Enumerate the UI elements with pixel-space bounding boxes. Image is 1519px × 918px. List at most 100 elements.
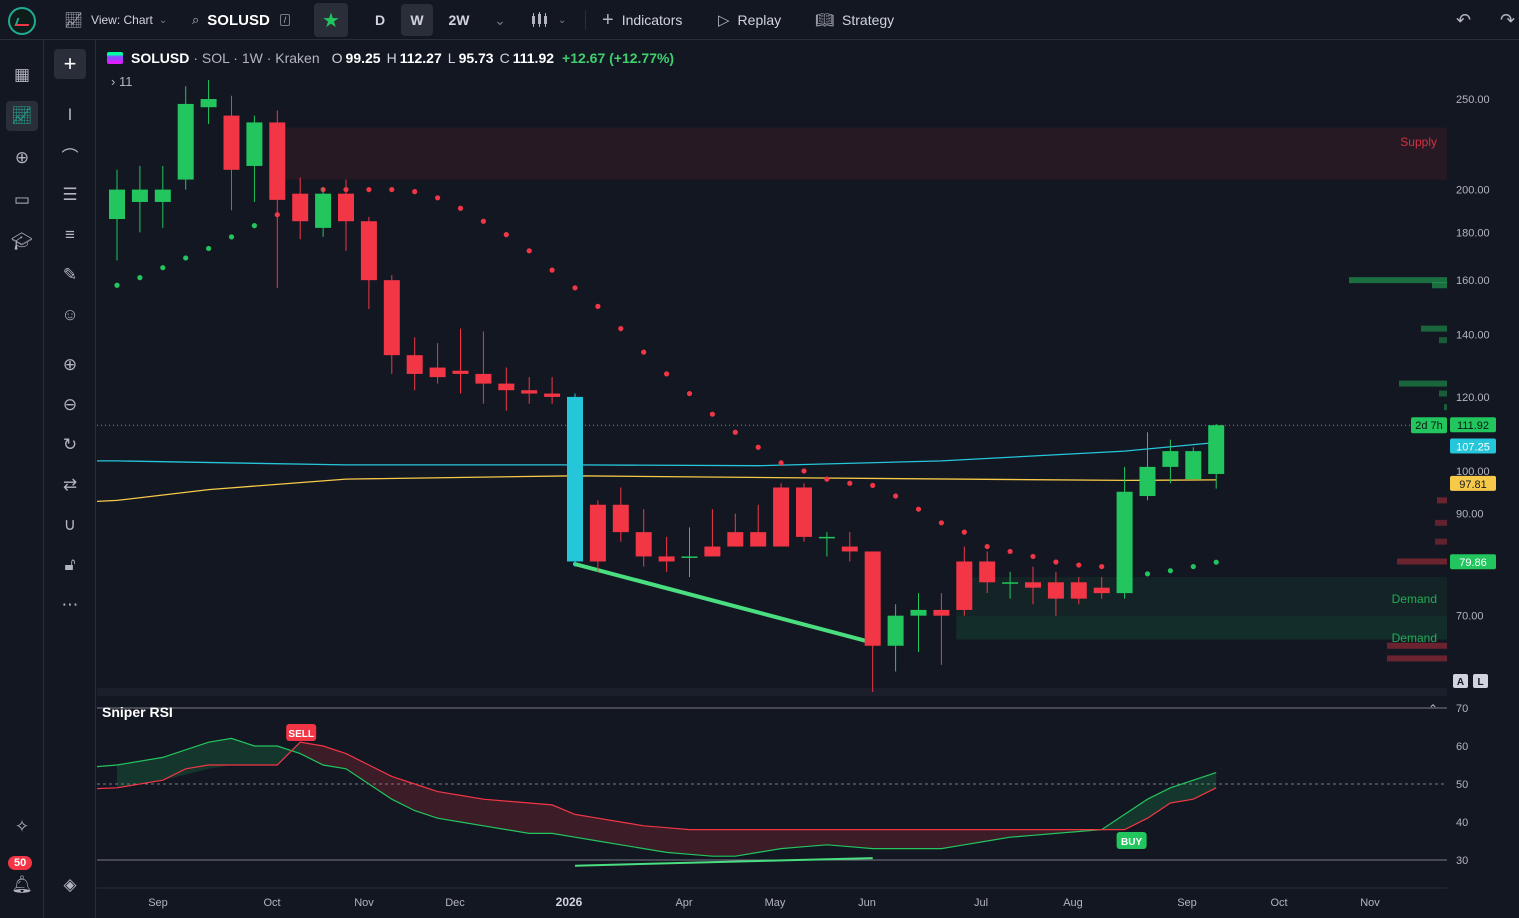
volume-profile-bar <box>1439 337 1447 344</box>
rsi-level-label: 50 <box>1456 779 1468 791</box>
candle-body <box>864 551 881 646</box>
candle-body <box>452 370 469 374</box>
candle-body <box>200 99 217 108</box>
candle-body <box>109 189 125 220</box>
view-label: View: Chart <box>91 13 153 27</box>
crosshair-target-icon[interactable]: ⊕ <box>6 143 38 173</box>
ema-fast-line <box>97 441 1217 467</box>
graduation-cap-icon[interactable]: 🎓︎ <box>6 227 38 257</box>
candle-body <box>338 193 354 222</box>
low-value: 95.73 <box>458 50 494 66</box>
sparkle-icon[interactable]: ✧ <box>6 812 38 842</box>
volume-profile-bar <box>1387 655 1447 662</box>
timeframe-2w-button[interactable]: 2W <box>442 4 476 36</box>
strategy-button[interactable]: 📖︎ Strategy <box>815 0 894 40</box>
candle-body <box>841 546 858 552</box>
chart-icon[interactable]: 📈︎ <box>6 101 38 131</box>
candle-body <box>979 561 996 583</box>
crosshair-icon[interactable]: + <box>54 49 86 79</box>
notification-badge: 50 <box>8 856 33 870</box>
timeframe-w-button[interactable]: W <box>401 4 433 36</box>
more-icon[interactable]: ⋯ <box>54 590 86 620</box>
replay-button[interactable]: ▷ Replay <box>718 0 781 40</box>
chevron-down-icon: ⌄ <box>558 14 567 26</box>
rsi-fill <box>666 827 690 855</box>
layers-icon[interactable]: ◈ <box>54 870 86 900</box>
price-tick-label: 70.00 <box>1456 611 1484 623</box>
favorite-star-button[interactable]: ★ <box>314 3 348 37</box>
sar-dot <box>618 325 624 332</box>
chart-type-button[interactable]: ⌄ <box>530 0 566 40</box>
timeframe-dropdown-icon[interactable]: ⌄ <box>484 4 516 36</box>
price-tick-label: 120.00 <box>1456 392 1490 404</box>
app-logo-icon[interactable] <box>8 7 36 35</box>
legend-meta: · SOL · 1W · Kraken <box>193 50 320 66</box>
bell-icon[interactable]: 🔔︎ <box>6 870 38 900</box>
sar-dot <box>1030 553 1036 560</box>
ema-slow-tag: 97.81 <box>1459 479 1487 491</box>
symbol-search-button[interactable]: ⌕ SOLUSD / <box>192 0 291 40</box>
rsi-fill <box>346 753 369 784</box>
time-tick-label: Jul <box>974 897 988 909</box>
edit-icon: / <box>279 14 291 26</box>
brush-icon[interactable]: ✎ <box>54 260 86 290</box>
rsi-fill <box>735 829 759 857</box>
sar-dot <box>1213 559 1219 565</box>
timeframe-d-button[interactable]: D <box>364 4 396 36</box>
low-label: L <box>447 50 456 66</box>
time-tick-label: Jun <box>858 897 876 909</box>
redo-icon[interactable]: ↷ <box>1500 0 1515 40</box>
sar-dot <box>1007 548 1013 555</box>
rsi-divergence-line <box>574 857 873 867</box>
rsi-fill <box>849 829 873 849</box>
volume-profile-bar <box>1444 404 1447 411</box>
layout-grid-icon[interactable]: ▦ <box>6 60 38 90</box>
sar-dot <box>183 255 189 261</box>
sar-dot <box>457 205 464 211</box>
view-chart-button[interactable]: 📈︎ View: Chart ⌄ <box>64 0 167 40</box>
candle-body <box>635 532 652 557</box>
rsi-fill <box>643 825 667 853</box>
curve-icon[interactable]: ⌒ <box>54 140 86 170</box>
candle-body <box>1208 425 1225 474</box>
zoom-in-icon[interactable]: ⊕ <box>54 350 86 380</box>
undo-icon[interactable]: ↶ <box>1456 0 1471 40</box>
candle-body <box>269 122 286 200</box>
candle-body <box>406 355 423 374</box>
chart-area[interactable]: Supply Demand Demand 250.00 200.00 180.00 160… <box>97 40 1519 918</box>
sar-dot <box>801 468 807 474</box>
ohlc-legend: SOLUSD · SOL · 1W · Kraken O 99.25 H 112.2… <box>107 50 674 66</box>
sar-layer <box>114 186 1219 580</box>
change-value: +12.67 (+12.77%) <box>562 50 675 66</box>
time-tick-label: Nov <box>1360 897 1380 909</box>
candle-body <box>544 393 561 397</box>
drawing-toolbar: + I ⌒ ☰ ≡ ✎ ☺ ⊕ ⊖ ↻ ⇄ ∪ 🔓︎ ⋯ ◈ <box>44 40 96 918</box>
time-tick-label: Oct <box>1270 897 1287 909</box>
price-chart[interactable]: SupplyDemandDemand 250.00200.00180.00160… <box>97 40 1519 918</box>
indicators-collapse-toggle[interactable]: › 11 <box>111 74 132 89</box>
candle-body <box>1070 582 1087 599</box>
time-tick-label: 2026 <box>556 895 583 909</box>
fib-lines-icon[interactable]: ☰ <box>54 180 86 210</box>
sar-dot <box>824 476 830 482</box>
refresh-icon[interactable]: ↻ <box>54 430 86 460</box>
text-cursor-icon[interactable]: I <box>54 100 86 130</box>
chat-icon[interactable]: ▭ <box>6 185 38 215</box>
rsi-fill <box>117 757 163 788</box>
indicators-button[interactable]: + Indicators <box>602 0 682 40</box>
pitchfork-icon[interactable]: ≡ <box>54 220 86 250</box>
symbol-label: SOLUSD <box>207 11 270 29</box>
sar-dot <box>480 218 486 224</box>
emoji-icon[interactable]: ☺ <box>54 300 86 330</box>
rsi-panel: 70 60 50 40 30 ⌃ SELL BUY <box>97 702 1468 867</box>
magnet-icon[interactable]: ∪ <box>54 510 86 540</box>
sar-dot <box>870 482 876 488</box>
lock-icon[interactable]: 🔓︎ <box>54 550 86 580</box>
sar-dot <box>206 245 212 252</box>
rsi-fill <box>872 829 896 849</box>
zoom-out-icon[interactable]: ⊖ <box>54 390 86 420</box>
sync-icon[interactable]: ⇄ <box>54 470 86 500</box>
candle-body <box>1047 582 1064 599</box>
sar-dot <box>732 429 738 435</box>
candle-body <box>818 536 835 539</box>
